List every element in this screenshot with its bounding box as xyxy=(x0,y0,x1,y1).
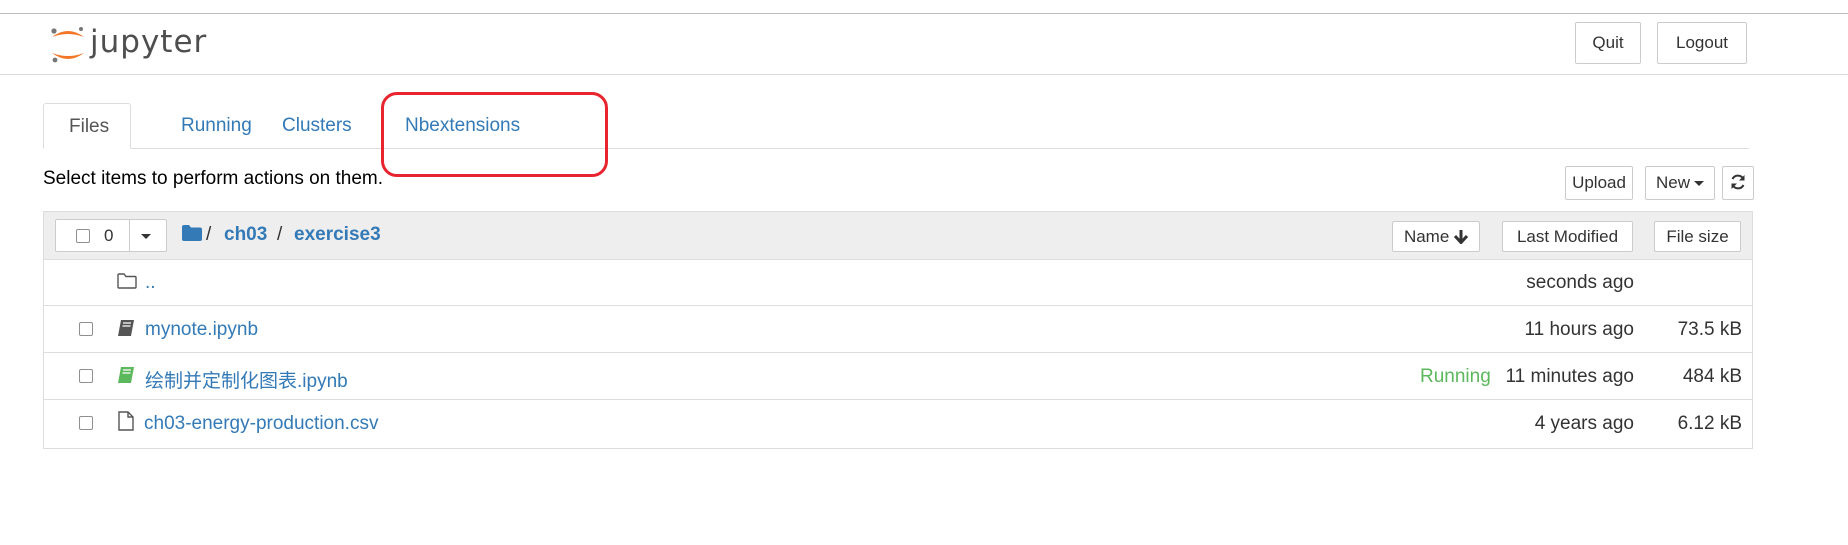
running-status: Running xyxy=(1420,366,1491,387)
file-name-link[interactable]: 绘制并定制化图表.ipynb xyxy=(145,366,348,393)
selected-count: 0 xyxy=(104,226,114,245)
refresh-icon xyxy=(1731,174,1745,190)
breadcrumb-ch03[interactable]: ch03 xyxy=(224,224,267,246)
list-header: 0 / ch03 / exercise3 Name Last Modified … xyxy=(44,212,1752,260)
folder-icon xyxy=(117,273,137,294)
file-name-link[interactable]: ch03-energy-production.csv xyxy=(144,413,378,435)
breadcrumb-exercise3[interactable]: exercise3 xyxy=(294,224,381,246)
list-item[interactable]: ch03-energy-production.csv 4 years ago 6… xyxy=(44,400,1752,447)
row-checkbox[interactable] xyxy=(79,416,93,430)
list-item[interactable]: .. seconds ago xyxy=(44,259,1752,306)
nbextensions-highlight-annotation xyxy=(381,92,608,177)
arrow-down-icon xyxy=(1453,229,1469,245)
last-modified: 11 hours ago xyxy=(1524,319,1634,340)
logo-text: jupyter xyxy=(90,24,208,60)
sort-file-size-button[interactable]: File size xyxy=(1654,221,1741,252)
jupyter-file-browser: jupyter Quit Logout Files Running Cluste… xyxy=(0,0,1848,545)
breadcrumb-folder-icon[interactable] xyxy=(182,225,202,247)
sort-name-label: Name xyxy=(1403,227,1450,246)
last-modified: seconds ago xyxy=(1526,272,1634,293)
notebook-running-icon xyxy=(117,366,135,389)
caret-down-icon xyxy=(1694,181,1704,187)
list-item[interactable]: 绘制并定制化图表.ipynb Running 11 minutes ago 48… xyxy=(44,353,1752,400)
file-size: 6.12 kB xyxy=(1677,413,1742,434)
file-name-link[interactable]: .. xyxy=(145,272,156,294)
breadcrumb-separator: / xyxy=(277,224,283,245)
tab-files[interactable]: Files xyxy=(43,103,131,149)
file-icon xyxy=(117,411,135,436)
jupyter-logo-icon xyxy=(48,22,88,68)
last-modified: 4 years ago xyxy=(1534,413,1634,434)
list-item[interactable]: mynote.ipynb 11 hours ago 73.5 kB xyxy=(44,306,1752,353)
file-name-link[interactable]: mynote.ipynb xyxy=(145,319,258,341)
new-button-label: New xyxy=(1655,173,1690,192)
refresh-button[interactable] xyxy=(1722,166,1754,200)
sort-last-modified-button[interactable]: Last Modified xyxy=(1502,221,1633,252)
new-button[interactable]: New xyxy=(1645,166,1715,200)
jupyter-logo[interactable]: jupyter xyxy=(48,22,207,68)
selection-hint: Select items to perform actions on them. xyxy=(43,168,384,189)
select-dropdown-button[interactable] xyxy=(129,219,167,252)
breadcrumb-separator: / xyxy=(206,224,212,245)
logout-button[interactable]: Logout xyxy=(1657,22,1747,64)
quit-button[interactable]: Quit xyxy=(1575,22,1641,64)
file-size: 73.5 kB xyxy=(1677,319,1742,340)
select-all-box[interactable]: 0 xyxy=(55,219,130,252)
notebook-icon xyxy=(117,319,135,342)
row-checkbox[interactable] xyxy=(79,322,93,336)
tab-bar: Files Running Clusters Nbextensions xyxy=(43,103,1749,149)
upload-button[interactable]: Upload xyxy=(1565,166,1633,200)
select-all-checkbox[interactable] xyxy=(76,229,90,243)
sort-name-button[interactable]: Name xyxy=(1392,221,1480,252)
last-modified: 11 minutes ago xyxy=(1505,366,1634,387)
caret-down-icon xyxy=(141,234,151,239)
header: jupyter Quit Logout xyxy=(0,14,1848,75)
tab-clusters[interactable]: Clusters xyxy=(257,103,377,148)
file-size: 484 kB xyxy=(1682,366,1742,387)
file-list: 0 / ch03 / exercise3 Name Last Modified … xyxy=(43,211,1753,449)
row-checkbox[interactable] xyxy=(79,369,93,383)
